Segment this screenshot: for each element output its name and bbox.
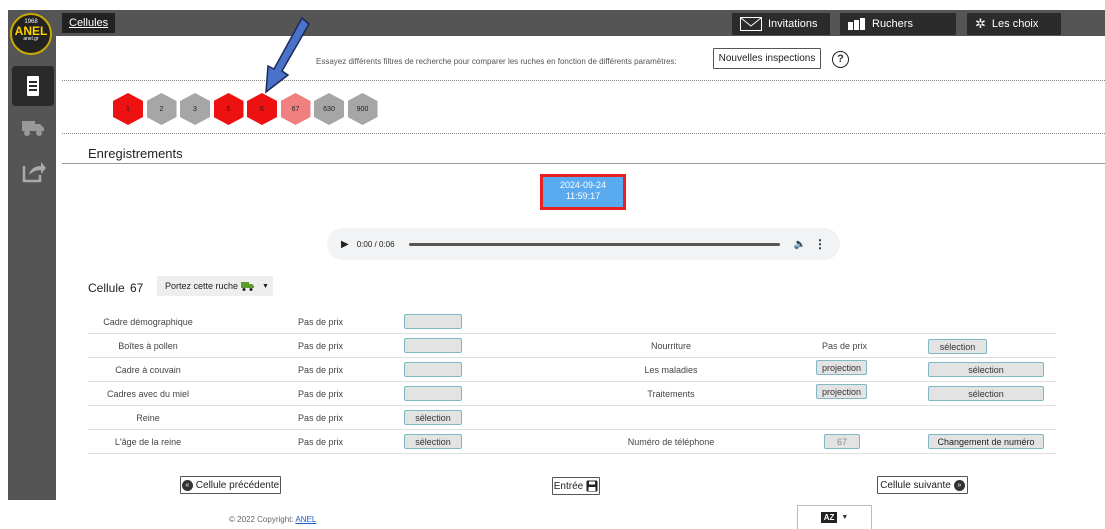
save-icon xyxy=(586,480,598,492)
left-row-input[interactable] xyxy=(404,362,462,377)
arrow-left-circle-icon: « xyxy=(181,479,193,491)
anel-logo[interactable]: 1968 ANEL anel.gr xyxy=(10,13,52,55)
volume-icon[interactable]: 🔈 xyxy=(794,239,806,250)
cell-number: 67 xyxy=(130,281,144,295)
divider xyxy=(62,163,1105,164)
left-row-label: Cadres avec du miel xyxy=(106,389,190,399)
play-icon[interactable]: ▶ xyxy=(341,239,349,250)
envelope-icon xyxy=(740,17,762,31)
recordings-title: Enregistrements xyxy=(88,146,183,161)
left-row-select-button[interactable]: sélection xyxy=(404,434,462,449)
carry-hive-label: Portez cette ruche xyxy=(165,281,239,291)
recording-timestamp[interactable]: 2024-09-24 11:59:17 xyxy=(540,174,626,210)
right-row-label: Traitements xyxy=(647,389,695,399)
truck-icon xyxy=(241,282,255,291)
hive-hex-900[interactable]: 900 xyxy=(347,93,378,125)
left-row-label: Cadre démographique xyxy=(103,317,193,327)
right-row-projection-button[interactable]: projection xyxy=(816,360,867,375)
hive-hex-67[interactable]: 67 xyxy=(280,93,311,125)
help-icon[interactable]: ? xyxy=(832,51,849,68)
phone-number-field: 67 xyxy=(824,434,860,449)
left-row-label: Reine xyxy=(136,413,160,423)
les-choix-button[interactable]: ✲ Les choix xyxy=(967,13,1061,35)
previous-cell-label: Cellule précédente xyxy=(195,479,280,491)
hive-hex-3[interactable]: 3 xyxy=(180,93,210,125)
enter-label: Entrée xyxy=(553,480,584,492)
sidebar-cells-icon[interactable] xyxy=(12,66,54,106)
left-row-price: Pas de prix xyxy=(298,413,344,423)
left-row-price: Pas de prix xyxy=(298,341,344,351)
row-divider xyxy=(88,357,1056,358)
hive-hex-2[interactable]: 2 xyxy=(146,93,177,125)
invitations-label: Invitations xyxy=(768,18,818,30)
tab-cellules[interactable]: Cellules xyxy=(62,13,116,33)
left-row-input[interactable] xyxy=(404,338,462,353)
left-row-price: Pas de prix xyxy=(298,437,344,447)
chevron-down-icon: ▼ xyxy=(262,282,269,290)
carry-hive-dropdown[interactable]: Portez cette ruche ▼ xyxy=(157,276,273,296)
right-row-label: Les maladies xyxy=(644,365,698,375)
next-cell-button[interactable]: Cellule suivante » xyxy=(877,476,968,494)
hive-hex-1[interactable]: 1 xyxy=(113,93,143,125)
pointer-arrow-icon xyxy=(265,16,310,94)
arrow-right-circle-icon: » xyxy=(953,479,965,491)
chevron-down-icon: ▼ xyxy=(841,514,849,521)
row-divider xyxy=(88,405,1056,406)
ruchers-button[interactable]: Ruchers xyxy=(840,13,956,35)
right-row-select-button[interactable]: sélection xyxy=(928,362,1044,377)
divider xyxy=(62,133,1105,134)
right-row-select-button[interactable]: sélection xyxy=(928,386,1044,401)
apiary-icon xyxy=(848,18,865,30)
language-selector[interactable]: AZ ▼ xyxy=(797,505,872,529)
audio-player: ▶ 0:00 / 0:06 🔈 ⋮ xyxy=(327,228,840,260)
left-row-input[interactable] xyxy=(404,314,462,329)
previous-cell-button[interactable]: « Cellule précédente xyxy=(180,476,281,494)
next-cell-label: Cellule suivante xyxy=(880,479,951,491)
right-row-price: Pas de prix xyxy=(822,341,868,351)
recording-date: 2024-09-24 xyxy=(559,180,607,190)
row-divider xyxy=(88,381,1056,382)
row-divider xyxy=(88,453,1056,454)
left-row-label: Cadre à couvain xyxy=(115,365,181,375)
divider xyxy=(62,80,1105,81)
left-row-price: Pas de prix xyxy=(298,317,344,327)
right-row-label: Nourriture xyxy=(650,341,691,351)
new-inspections-button[interactable]: Nouvelles inspections xyxy=(713,48,821,69)
change-number-button[interactable]: Changement de numéro xyxy=(928,434,1044,449)
audio-progress-slider[interactable] xyxy=(408,242,780,246)
right-row-label: Numéro de téléphone xyxy=(627,437,715,447)
more-options-icon[interactable]: ⋮ xyxy=(814,237,826,251)
hive-hex-6[interactable]: 6 xyxy=(247,93,277,125)
les-choix-label: Les choix xyxy=(991,18,1039,30)
row-divider xyxy=(88,333,1056,334)
gear-icon: ✲ xyxy=(975,16,986,31)
anel-link[interactable]: ANEL xyxy=(295,515,316,524)
left-row-price: Pas de prix xyxy=(298,389,344,399)
audio-time: 0:00 / 0:06 xyxy=(356,239,395,249)
recording-time: 11:59:17 xyxy=(565,191,601,201)
cell-label: Cellule xyxy=(88,281,125,295)
translate-icon: AZ xyxy=(820,512,838,523)
right-row-projection-button[interactable]: projection xyxy=(816,384,867,399)
hive-hex-5[interactable]: 5 xyxy=(213,93,244,125)
ruchers-label: Ruchers xyxy=(872,18,913,30)
copyright-text: © 2022 Copyright: xyxy=(229,515,294,524)
enter-button[interactable]: Entrée xyxy=(552,477,600,495)
left-row-label: Boîtes à pollen xyxy=(118,341,178,351)
invitations-button[interactable]: Invitations xyxy=(732,13,830,35)
left-row-select-button[interactable]: sélection xyxy=(404,410,462,425)
sidebar-share-icon[interactable] xyxy=(12,152,54,192)
footer-copyright: © 2022 Copyright: ANEL xyxy=(229,515,316,524)
left-row-price: Pas de prix xyxy=(298,365,344,375)
left-row-input[interactable] xyxy=(404,386,462,401)
sidebar-truck-icon[interactable] xyxy=(12,108,54,148)
right-row-select-button[interactable]: sélection xyxy=(928,339,987,354)
search-hint: Essayez différents filtres de recherche … xyxy=(316,57,677,66)
row-divider xyxy=(88,429,1056,430)
left-row-label: L'âge de la reine xyxy=(114,437,182,447)
hive-hex-630[interactable]: 630 xyxy=(314,93,344,125)
